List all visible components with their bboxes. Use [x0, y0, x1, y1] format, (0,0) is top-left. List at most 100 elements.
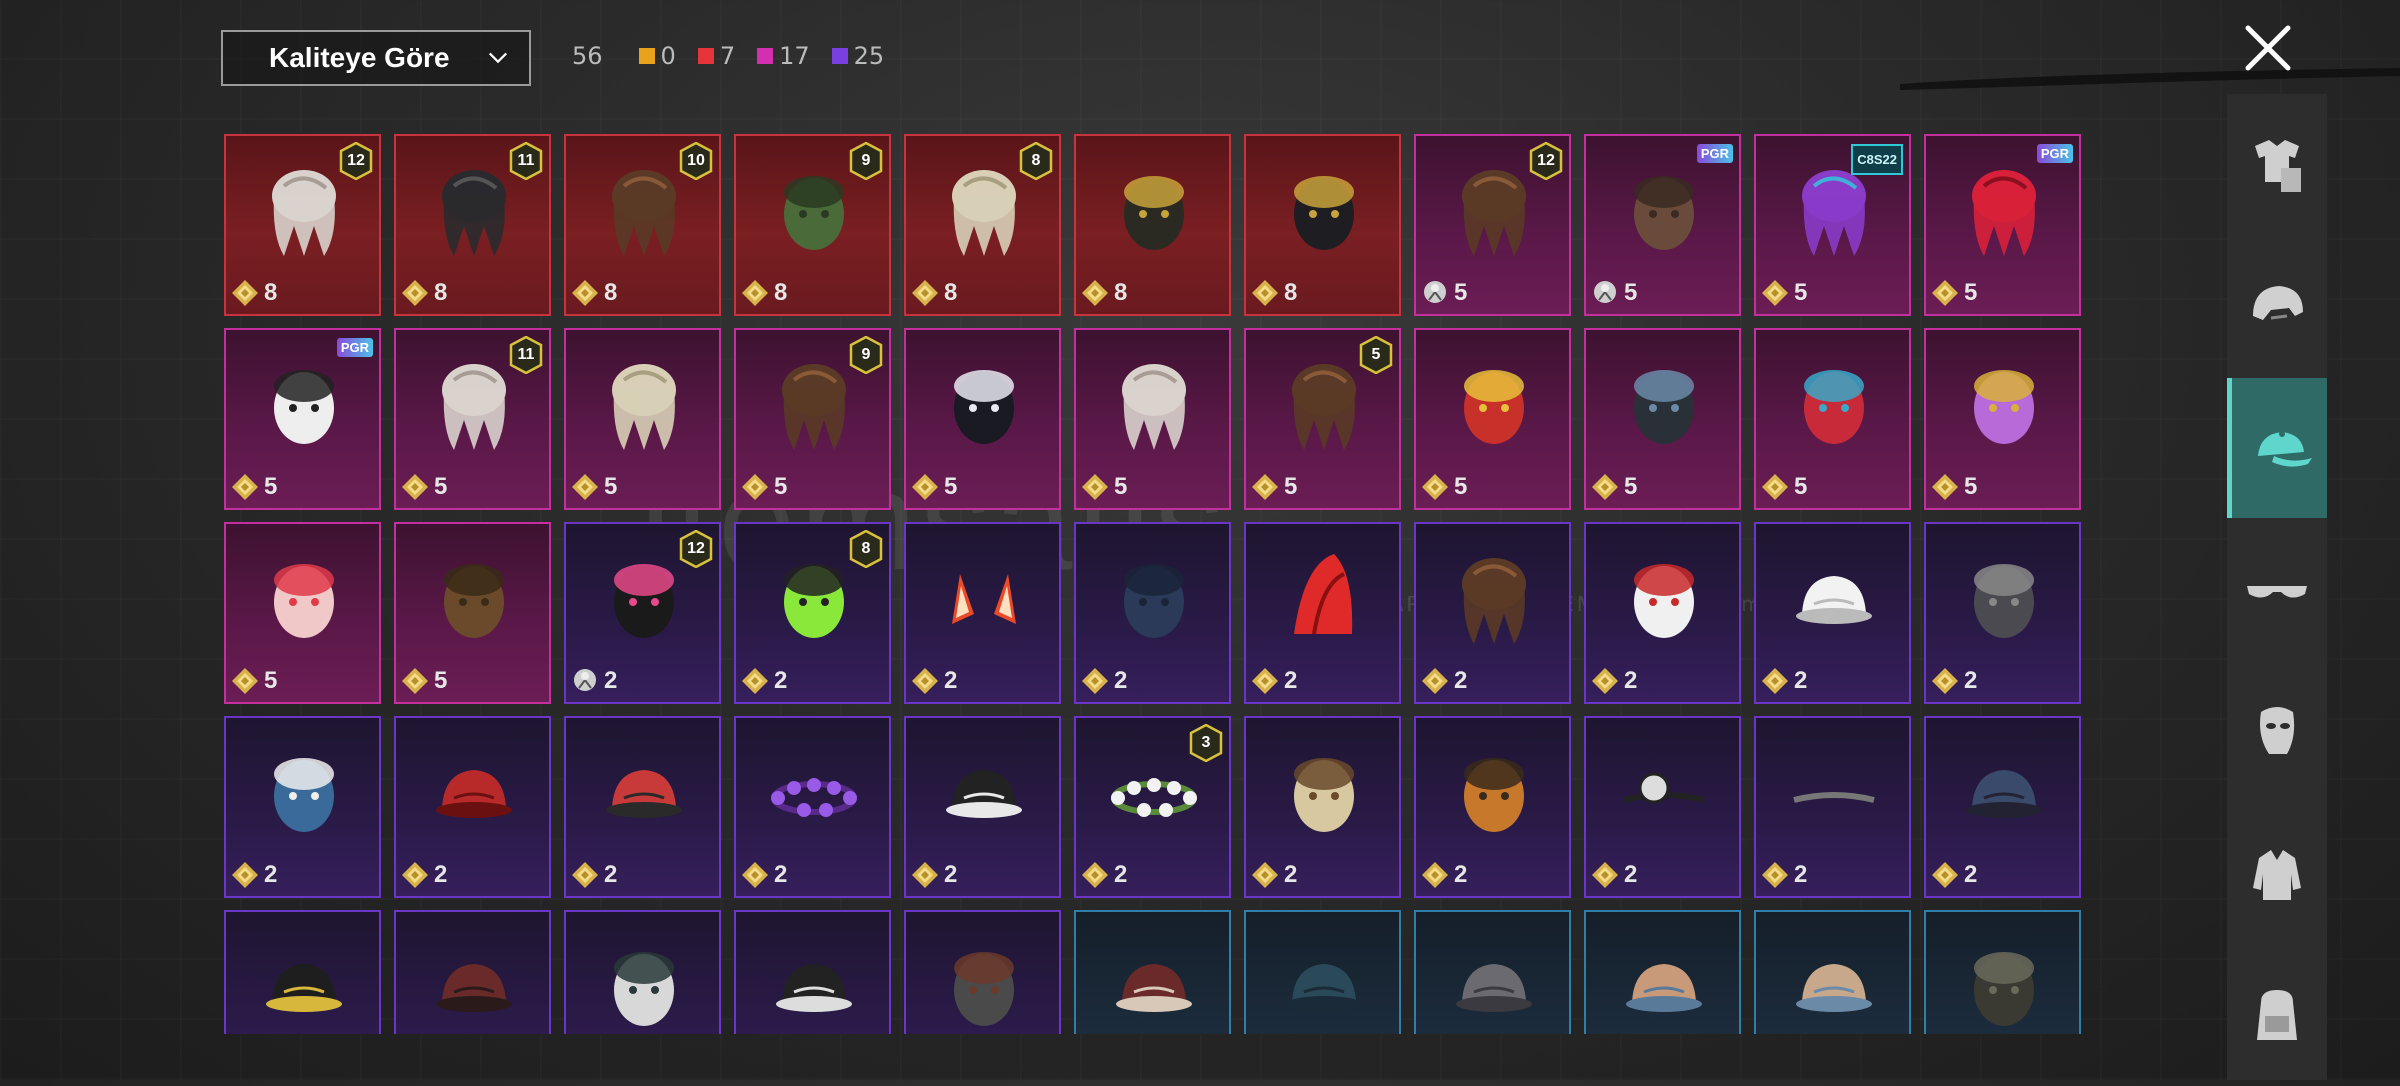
inventory-item[interactable]: 2: [394, 716, 551, 898]
inventory-item[interactable]: PGR 5: [1584, 134, 1741, 316]
inventory-item[interactable]: 2: [904, 716, 1061, 898]
item-cost-value: 8: [264, 279, 278, 306]
inventory-item[interactable]: 5: [564, 328, 721, 510]
inventory-item[interactable]: 2: [734, 716, 891, 898]
inventory-item[interactable]: 11 5: [394, 328, 551, 510]
category-tab-outfit[interactable]: [2227, 94, 2327, 234]
inventory-item[interactable]: 2: [1754, 716, 1911, 898]
inventory-item[interactable]: 11 8: [394, 134, 551, 316]
inventory-item[interactable]: 2: [1414, 716, 1571, 898]
level-badge: 3: [1189, 723, 1223, 763]
inventory-item[interactable]: 2: [1414, 522, 1571, 704]
inventory-item[interactable]: 5: [1074, 328, 1231, 510]
item-cost: 5: [1930, 278, 1977, 308]
inventory-item[interactable]: 32: [1074, 716, 1231, 898]
level-badge-text: 11: [517, 346, 535, 363]
inventory-item[interactable]: [734, 910, 891, 1034]
gold-coin-icon: [570, 278, 600, 308]
category-tab-helmet[interactable]: [2227, 236, 2327, 376]
level-badge: 11: [509, 335, 543, 375]
inventory-item[interactable]: [1924, 910, 2081, 1034]
inventory-item[interactable]: PGR 5: [224, 328, 381, 510]
level-badge: 9: [849, 335, 883, 375]
inventory-item[interactable]: 2: [1244, 522, 1401, 704]
inventory-item[interactable]: 8: [1074, 134, 1231, 316]
inventory-item[interactable]: [1074, 910, 1231, 1034]
level-badge-text: 11: [517, 152, 535, 169]
helmet-icon: [2253, 286, 2303, 320]
inventory-item[interactable]: [1414, 910, 1571, 1034]
inventory-item[interactable]: 5: [1924, 328, 2081, 510]
inventory-item[interactable]: 10 8: [564, 134, 721, 316]
inventory-item[interactable]: 55: [1244, 328, 1401, 510]
inventory-item[interactable]: 2: [1584, 522, 1741, 704]
item-cost-value: 5: [434, 473, 448, 500]
inventory-item[interactable]: 5: [1754, 328, 1911, 510]
cap-black-icon: [254, 932, 354, 1034]
item-cost: 2: [1930, 666, 1977, 696]
item-cost: 5: [1420, 472, 1467, 502]
inventory-item[interactable]: [1244, 910, 1401, 1034]
item-cost-value: 8: [604, 279, 618, 306]
inventory-item[interactable]: [904, 910, 1061, 1034]
hat-purple-icon: [1954, 350, 2054, 460]
item-cost-value: 5: [1624, 473, 1638, 500]
inventory-item[interactable]: 98: [734, 134, 891, 316]
inventory-item[interactable]: 2: [1924, 522, 2081, 704]
inventory-item[interactable]: 5: [1414, 328, 1571, 510]
inventory-item[interactable]: [1754, 910, 1911, 1034]
inventory-item[interactable]: [1584, 910, 1741, 1034]
inventory-item[interactable]: 12 5: [1414, 134, 1571, 316]
inventory-item[interactable]: 2: [224, 716, 381, 898]
category-tab-glasses[interactable]: [2227, 520, 2327, 660]
level-badge-text: 12: [1537, 152, 1555, 169]
gold-coin-icon: [1760, 666, 1790, 696]
inventory-item[interactable]: 2: [564, 716, 721, 898]
item-cost: 2: [570, 666, 617, 696]
inventory-item[interactable]: 82: [734, 522, 891, 704]
inventory-item[interactable]: 8: [1244, 134, 1401, 316]
item-cost: 2: [910, 860, 957, 890]
inventory-item[interactable]: 5: [904, 328, 1061, 510]
jacket-icon: [2253, 850, 2301, 900]
headlamp-icon: [1614, 738, 1714, 848]
item-cost: 2: [1420, 860, 1467, 890]
item-cost-value: 2: [774, 667, 788, 694]
level-badge: 12: [339, 141, 373, 181]
category-tab-backpack[interactable]: [2227, 946, 2327, 1086]
item-cost: 5: [1760, 278, 1807, 308]
item-cost: 2: [1930, 860, 1977, 890]
gold-coin-icon: [740, 278, 770, 308]
inventory-item[interactable]: [394, 910, 551, 1034]
item-counts: 56 0 7 17 25: [572, 42, 906, 70]
inventory-item[interactable]: 95: [734, 328, 891, 510]
head-panda-icon: [254, 350, 354, 460]
category-tab-mask[interactable]: [2227, 662, 2327, 802]
category-tab-jacket[interactable]: [2227, 804, 2327, 944]
close-icon[interactable]: [2240, 20, 2296, 76]
item-cost: 2: [910, 666, 957, 696]
inventory-item[interactable]: 2: [1924, 716, 2081, 898]
inventory-item[interactable]: 2: [1074, 522, 1231, 704]
sort-dropdown[interactable]: Kaliteye Göre: [221, 30, 531, 86]
inventory-item[interactable]: [224, 910, 381, 1034]
hat-tricorn-icon: [1274, 156, 1374, 266]
inventory-item[interactable]: PGR 5: [1924, 134, 2081, 316]
category-tab-cap[interactable]: [2227, 378, 2327, 518]
inventory-item[interactable]: 12 8: [224, 134, 381, 316]
inventory-item[interactable]: 2: [904, 522, 1061, 704]
inventory-item[interactable]: 2: [1754, 522, 1911, 704]
inventory-item[interactable]: 12 2: [564, 522, 721, 704]
inventory-item[interactable]: 88: [904, 134, 1061, 316]
item-cost: 5: [1590, 472, 1637, 502]
item-cost-value: 2: [1284, 667, 1298, 694]
cap-police-icon: [934, 738, 1034, 848]
inventory-item[interactable]: 2: [1244, 716, 1401, 898]
gold-coin-icon: [400, 472, 430, 502]
inventory-item[interactable]: 5: [224, 522, 381, 704]
inventory-item[interactable]: 2: [1584, 716, 1741, 898]
inventory-item[interactable]: C8S22 5: [1754, 134, 1911, 316]
inventory-item[interactable]: 5: [394, 522, 551, 704]
inventory-item[interactable]: 5: [1584, 328, 1741, 510]
inventory-item[interactable]: [564, 910, 721, 1034]
